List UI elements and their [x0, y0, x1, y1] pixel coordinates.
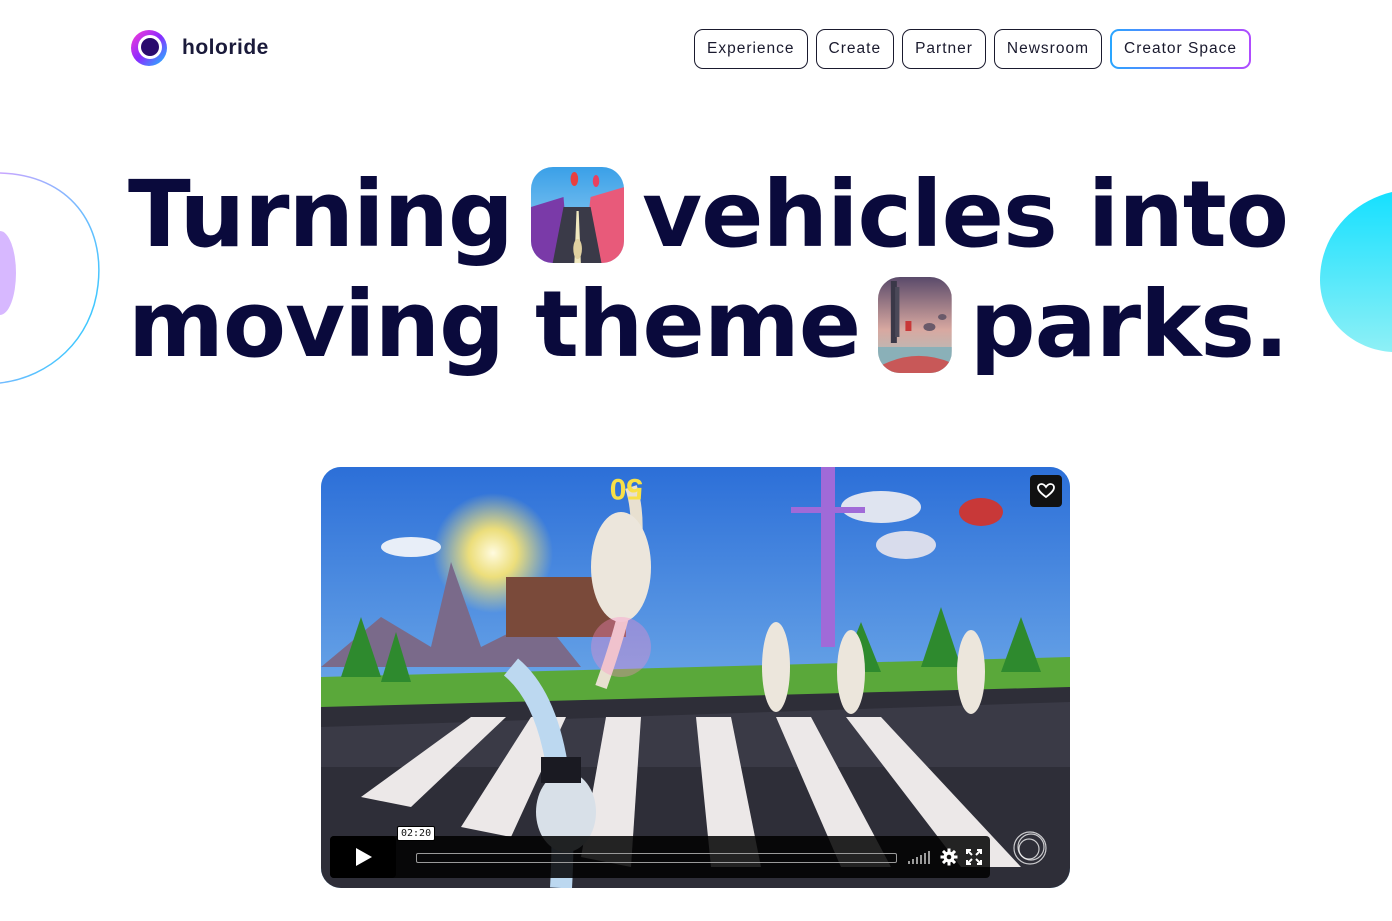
main-nav: Experience Create Partner Newsroom Creat…: [694, 29, 1251, 69]
vimeo-watermark-icon: [1013, 831, 1047, 865]
nav-newsroom-button[interactable]: Newsroom: [993, 29, 1102, 69]
fullscreen-icon[interactable]: [966, 849, 982, 865]
settings-gear-icon[interactable]: [940, 848, 958, 866]
video-frame-skeleton-crosswalk: 50: [321, 467, 1070, 888]
hero-video-player[interactable]: 50 02:20: [321, 467, 1070, 888]
headline-word-parks: parks.: [969, 271, 1289, 378]
headline-words-moving-theme: moving theme: [128, 271, 861, 378]
like-button[interactable]: [1030, 475, 1062, 507]
headline-word-turning: Turning: [128, 161, 514, 268]
nav-experience-button[interactable]: Experience: [694, 29, 808, 69]
nav-creator-space-button[interactable]: Creator Space: [1110, 29, 1251, 69]
headline-line-1: Turning vehicles into: [128, 160, 1289, 270]
heart-icon: [1037, 483, 1055, 499]
nav-create-button[interactable]: Create: [815, 29, 895, 69]
headline-line-2: moving theme parks.: [128, 270, 1289, 380]
decorative-right-blob: [1320, 192, 1392, 352]
play-icon: [356, 848, 372, 866]
headline-words-vehicles-into: vehicles into: [642, 161, 1289, 268]
hero-headline: Turning vehicles into moving theme parks…: [128, 160, 1289, 380]
brand-logo[interactable]: holoride: [128, 27, 269, 69]
nav-partner-button[interactable]: Partner: [902, 29, 986, 69]
decorative-left-blob: [0, 172, 100, 384]
brand-name: holoride: [182, 36, 269, 59]
headline-thumbnail-sky-city: [878, 277, 952, 373]
play-button[interactable]: [330, 836, 396, 878]
headline-thumbnail-road: [530, 167, 625, 263]
video-timecode: 02:20: [397, 826, 436, 841]
holoride-ring-logo-icon: [131, 30, 167, 66]
video-progress-bar[interactable]: [416, 853, 897, 863]
scoreboard-number: 50: [610, 472, 643, 505]
video-controls-bar: 02:20: [330, 826, 990, 878]
volume-icon[interactable]: [908, 850, 930, 864]
